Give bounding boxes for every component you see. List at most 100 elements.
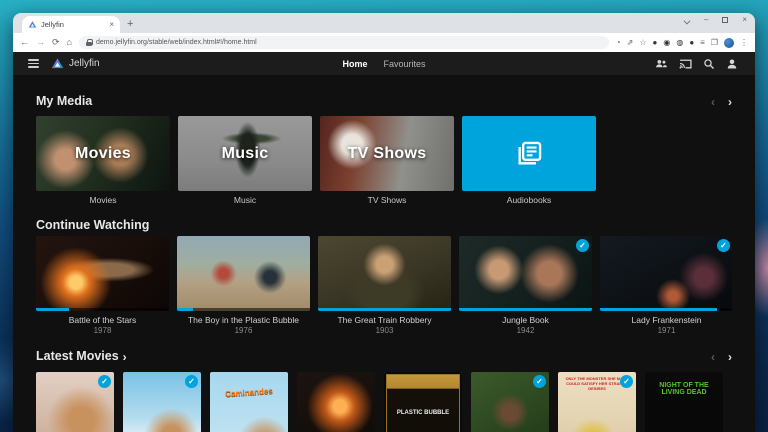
resume-card[interactable]: ✓ Jungle Book 1942 [459,236,592,335]
progress-bar [600,308,717,311]
card-title[interactable]: Lady Frankenstein [600,315,732,325]
extension-icon-5[interactable]: ● [689,39,694,47]
my-media-row: Movies Movies Music Music TV Shows TV Sh… [36,116,732,205]
browser-toolbar: ← → ⟳ ⌂ demo.jellyfin.org/stable/web/ind… [13,33,755,52]
tab-box-icon[interactable]: ❐ [711,39,718,47]
profile-avatar[interactable] [724,38,734,48]
poster-artwork: ✓ [297,372,375,432]
tvshows-label: TV Shows [320,116,454,191]
music-caption[interactable]: Music [178,195,312,205]
latest-movies-pager: ‹ › [711,351,732,363]
movie-poster[interactable]: Caminandes ✓ [210,372,288,432]
browser-menu-icon[interactable]: ⋮ [740,39,748,47]
resume-card[interactable]: Battle of the Stars 1978 [36,236,169,335]
library-card-tvshows[interactable]: TV Shows TV Shows [320,116,454,205]
search-icon[interactable] [703,58,715,70]
watched-check-icon: ✓ [620,375,633,388]
jellyfin-favicon [28,20,37,29]
extension-icon-3[interactable]: ◉ [663,39,670,47]
movie-poster[interactable]: ✓ [36,372,114,432]
nav-tab-favourites[interactable]: Favourites [383,59,425,69]
share-icon[interactable]: ⇗ [627,39,634,47]
progress-track [459,308,592,311]
progress-bar [36,308,69,311]
jellyfin-logo-icon [51,57,64,70]
card-artwork [318,236,451,311]
poster-title-text: NIGHT OF THE LIVING DEAD [645,382,723,396]
resume-card[interactable]: The Boy in the Plastic Bubble 1976 [177,236,310,335]
progress-track [177,308,310,311]
movies-artwork: Movies [36,116,170,191]
poster-artwork: ONLY THE MONSTER SHE MADE COULD SATISFY … [558,372,636,432]
extension-icon-4[interactable]: ◍ [676,39,683,47]
app-header: Jellyfin Home Favourites [13,52,755,75]
browser-window: Jellyfin × + – × ← → ⟳ ⌂ demo.jellyfin.o… [13,13,755,432]
continue-watching-header: Continue Watching [36,218,732,233]
home-icon[interactable]: ⌂ [67,38,72,47]
tvshows-artwork: TV Shows [320,116,454,191]
latest-movies-row: ✓ ✓ Caminandes ✓ ✓ [36,372,732,432]
forward-icon[interactable]: → [36,38,45,47]
my-media-pager: ‹ › [711,96,732,108]
scroll-right-icon[interactable]: › [728,351,732,363]
hamburger-menu-icon[interactable] [28,59,39,68]
syncplay-people-icon[interactable] [655,58,668,69]
card-title[interactable]: The Great Train Robbery [318,315,451,325]
scroll-right-icon[interactable]: › [728,96,732,108]
my-media-header: My Media ‹ › [36,94,732,109]
browser-tab[interactable]: Jellyfin × [22,16,120,33]
card-title[interactable]: Jungle Book [459,315,592,325]
window-chevron-icon[interactable] [684,17,690,23]
progress-bar [459,308,592,311]
extension-icon-1[interactable]: ◔ [616,39,621,47]
tvshows-caption[interactable]: TV Shows [320,195,454,205]
music-artwork: Music [178,116,312,191]
watched-check-icon: ✓ [717,239,730,252]
resume-card[interactable]: ✓ Lady Frankenstein 1971 [600,236,732,335]
card-year: 1978 [36,326,169,335]
extension-icon-2[interactable]: ● [653,39,658,47]
cast-icon[interactable] [679,58,692,69]
library-card-movies[interactable]: Movies Movies [36,116,170,205]
jellyfin-app: Jellyfin Home Favourites [13,52,755,432]
latest-movies-link-arrow-icon[interactable]: › [123,350,127,364]
maximize-button[interactable] [722,17,728,23]
back-icon[interactable]: ← [20,38,29,47]
new-tab-button[interactable]: + [127,19,133,30]
user-icon[interactable] [726,58,738,70]
movies-caption[interactable]: Movies [36,195,170,205]
card-year: 1976 [177,326,310,335]
latest-movies-title[interactable]: Latest Movies [36,349,119,364]
sidebar-icon[interactable]: ≡ [700,39,705,47]
scroll-left-icon[interactable]: ‹ [711,96,715,108]
watched-check-icon: ✓ [185,375,198,388]
library-card-audiobooks[interactable]: Audiobooks [462,116,596,205]
movie-poster[interactable]: NIGHT OF THE LIVING DEAD ✓ [645,372,723,432]
movies-label: Movies [36,116,170,191]
address-bar[interactable]: demo.jellyfin.org/stable/web/index.html#… [79,36,609,49]
card-title[interactable]: The Boy in the Plastic Bubble [177,315,310,325]
scroll-left-icon[interactable]: ‹ [711,351,715,363]
close-button[interactable]: × [742,16,747,24]
card-title[interactable]: Battle of the Stars [36,315,169,325]
jellyfin-brand[interactable]: Jellyfin [51,57,100,70]
audiobooks-caption[interactable]: Audiobooks [462,195,596,205]
library-card-music[interactable]: Music Music [178,116,312,205]
poster-artwork: Caminandes ✓ [210,372,288,432]
reload-icon[interactable]: ⟳ [52,38,60,47]
resume-card[interactable]: The Great Train Robbery 1903 [318,236,451,335]
nav-tab-home[interactable]: Home [342,59,367,69]
book-icon [515,140,543,168]
card-artwork [36,236,169,311]
movie-poster[interactable]: ✓ [297,372,375,432]
card-year: 1971 [600,326,732,335]
card-year: 1903 [318,326,451,335]
movie-poster[interactable]: ✓ [123,372,201,432]
bookmark-star-icon[interactable]: ☆ [639,39,646,47]
minimize-button[interactable]: – [704,16,708,24]
tab-close-icon[interactable]: × [109,21,114,29]
url-text: demo.jellyfin.org/stable/web/index.html#… [96,39,257,46]
movie-poster[interactable]: PLASTIC BUBBLE ✓ [384,372,462,432]
movie-poster[interactable]: ONLY THE MONSTER SHE MADE COULD SATISFY … [558,372,636,432]
movie-poster[interactable]: ✓ [471,372,549,432]
